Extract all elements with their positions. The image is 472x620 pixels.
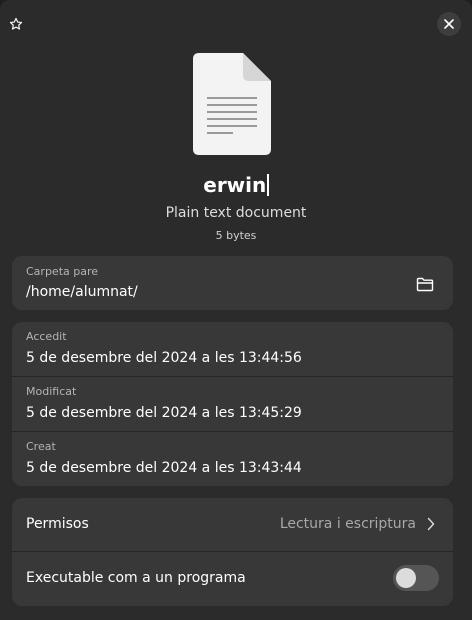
file-size: 5 bytes <box>215 229 257 242</box>
parent-folder-card: Carpeta pare /home/alumnat/ <box>12 256 453 310</box>
file-name-field[interactable]: erwin <box>0 171 472 199</box>
modified-row: Modificat 5 de desembre del 2024 a les 1… <box>12 376 453 431</box>
accessed-value: 5 de desembre del 2024 a les 13:44:56 <box>26 350 302 366</box>
accessed-label: Accedit <box>26 330 67 343</box>
executable-toggle[interactable] <box>393 565 439 591</box>
close-button[interactable] <box>437 12 461 36</box>
text-document-icon <box>193 53 271 155</box>
executable-label: Executable com a un programa <box>26 570 246 586</box>
star-icon[interactable] <box>6 14 26 34</box>
properties-window: erwin Plain text document 5 bytes Carpet… <box>0 0 472 620</box>
chevron-right-icon <box>427 517 435 531</box>
parent-folder-row: Carpeta pare /home/alumnat/ <box>12 256 453 310</box>
executable-row: Executable com a un programa <box>12 551 453 606</box>
folder-open-icon <box>416 277 434 291</box>
close-icon <box>444 19 454 29</box>
open-folder-button[interactable] <box>415 275 435 293</box>
permissions-card: Permisos Lectura i escriptura Executable… <box>12 498 453 606</box>
modified-label: Modificat <box>26 385 77 398</box>
accessed-row: Accedit 5 de desembre del 2024 a les 13:… <box>12 322 453 376</box>
file-type: Plain text document <box>165 205 307 221</box>
file-name: erwin <box>203 173 267 197</box>
permissions-label: Permisos <box>26 516 89 532</box>
toggle-knob <box>396 568 416 588</box>
created-row: Creat 5 de desembre del 2024 a les 13:43… <box>12 431 453 486</box>
timestamps-card: Accedit 5 de desembre del 2024 a les 13:… <box>12 322 453 486</box>
created-value: 5 de desembre del 2024 a les 13:43:44 <box>26 460 302 476</box>
modified-value: 5 de desembre del 2024 a les 13:45:29 <box>26 405 302 421</box>
parent-folder-path: /home/alumnat/ <box>26 284 138 300</box>
text-cursor <box>267 173 269 196</box>
permissions-value: Lectura i escriptura <box>279 516 416 532</box>
parent-folder-label: Carpeta pare <box>26 265 99 278</box>
permissions-row[interactable]: Permisos Lectura i escriptura <box>12 498 453 551</box>
created-label: Creat <box>26 440 56 453</box>
